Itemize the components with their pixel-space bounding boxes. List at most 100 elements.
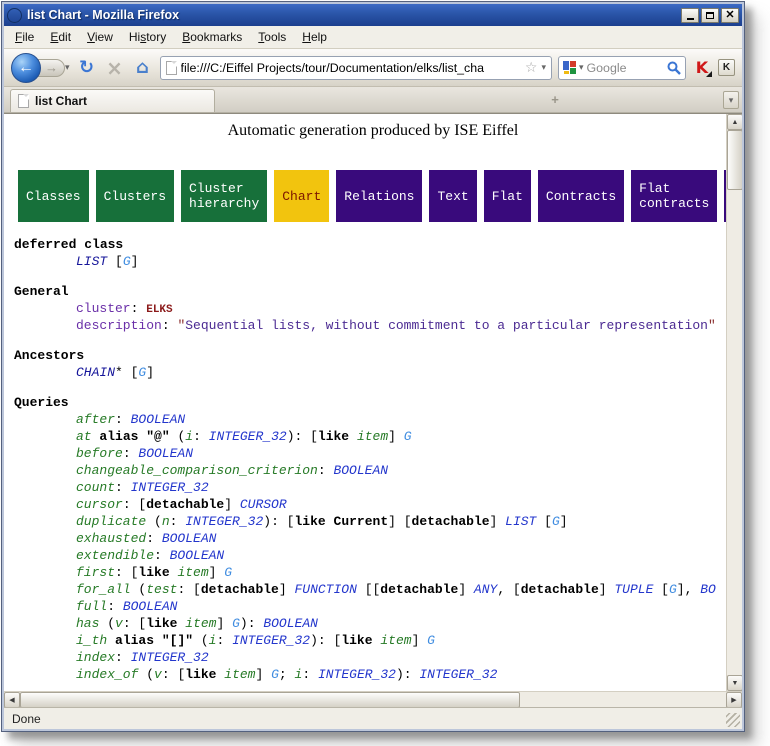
- class-name[interactable]: CHAIN: [76, 365, 115, 380]
- home-button[interactable]: ⌂: [132, 59, 154, 77]
- generic-parameter-link[interactable]: G: [123, 254, 131, 269]
- address-bar[interactable]: ☆ ▾: [160, 56, 552, 80]
- class-link[interactable]: INTEGER_32: [131, 650, 209, 665]
- feature-link[interactable]: index: [76, 650, 115, 665]
- feature-link[interactable]: first: [76, 565, 115, 580]
- class-link[interactable]: BOOLEAN: [138, 446, 193, 461]
- class-link[interactable]: BOOLEAN: [162, 531, 217, 546]
- feature-link[interactable]: item: [177, 565, 208, 580]
- generic-parameter-link[interactable]: G: [669, 582, 677, 597]
- class-link[interactable]: INTEGER_32: [232, 633, 310, 648]
- class-link[interactable]: BOOLEAN: [123, 599, 178, 614]
- stop-button[interactable]: ×: [104, 58, 126, 78]
- url-input[interactable]: [181, 61, 521, 75]
- feature-link[interactable]: extendible: [76, 548, 154, 563]
- back-button[interactable]: ←: [11, 53, 41, 83]
- class-link[interactable]: FUNCTION: [294, 582, 356, 597]
- class-link[interactable]: TUPLE: [614, 582, 653, 597]
- feature-link[interactable]: has: [76, 616, 99, 631]
- chart-nav-classes[interactable]: Classes: [18, 170, 89, 222]
- menu-tools[interactable]: Tools: [250, 27, 294, 47]
- feature-link[interactable]: i_th: [76, 633, 107, 648]
- feature-link[interactable]: v: [115, 616, 123, 631]
- search-bar[interactable]: ▾: [558, 56, 686, 80]
- class-link[interactable]: LIST: [505, 514, 536, 529]
- class-link[interactable]: INTEGER_32: [318, 667, 396, 682]
- chart-nav-relations[interactable]: Relations: [336, 170, 422, 222]
- search-engine-dropdown-icon[interactable]: ▾: [579, 63, 584, 72]
- feature-link[interactable]: index_of: [76, 667, 138, 682]
- url-dropdown-icon[interactable]: ▾: [541, 63, 546, 72]
- scroll-left-button[interactable]: ◀: [4, 692, 20, 708]
- feature-link[interactable]: changeable_comparison_criterion: [76, 463, 318, 478]
- scroll-up-button[interactable]: ▲: [727, 114, 742, 130]
- generic-parameter-link[interactable]: G: [427, 633, 435, 648]
- class-link[interactable]: BOOLEAN: [333, 463, 388, 478]
- class-link[interactable]: ANY: [474, 582, 497, 597]
- chart-nav-chart[interactable]: Chart: [274, 170, 329, 222]
- feature-link[interactable]: n: [162, 514, 170, 529]
- google-engine-icon[interactable]: [563, 61, 576, 74]
- class-link[interactable]: CURSOR: [240, 497, 287, 512]
- class-link[interactable]: INTEGER_32: [209, 429, 287, 444]
- close-button[interactable]: ✕: [721, 8, 739, 23]
- feature-link[interactable]: before: [76, 446, 123, 461]
- class-link[interactable]: BO: [700, 582, 716, 597]
- feature-link[interactable]: v: [154, 667, 162, 682]
- generic-parameter-link[interactable]: G: [224, 565, 232, 580]
- generic-parameter-link[interactable]: G: [232, 616, 240, 631]
- feature-link[interactable]: item: [185, 616, 216, 631]
- tab-list-dropdown[interactable]: ▾: [723, 91, 739, 109]
- feature-link[interactable]: i: [185, 429, 193, 444]
- feature-link[interactable]: cursor: [76, 497, 123, 512]
- menu-file[interactable]: File: [7, 27, 42, 47]
- vertical-scrollbar[interactable]: ▲ ▼: [726, 114, 742, 691]
- generic-parameter-link[interactable]: G: [404, 429, 412, 444]
- menu-view[interactable]: View: [79, 27, 121, 47]
- tab-list-chart[interactable]: list Chart: [10, 89, 215, 112]
- menu-help[interactable]: Help: [294, 27, 335, 47]
- chart-nav-clusters[interactable]: Clusters: [96, 170, 174, 222]
- generic-parameter-link[interactable]: G: [271, 667, 279, 682]
- chart-nav-cluster-hierarchy[interactable]: Cluster hierarchy: [181, 170, 267, 222]
- search-icon[interactable]: [667, 61, 681, 75]
- maximize-button[interactable]: [701, 8, 719, 23]
- feature-link[interactable]: item: [357, 429, 388, 444]
- k-toolbar-button[interactable]: K: [718, 59, 735, 76]
- feature-link[interactable]: at: [76, 429, 92, 444]
- bookmark-star-icon[interactable]: ☆: [525, 60, 538, 76]
- feature-link[interactable]: duplicate: [76, 514, 146, 529]
- feature-link[interactable]: item: [224, 667, 255, 682]
- feature-link[interactable]: after: [76, 412, 115, 427]
- menu-edit[interactable]: Edit: [42, 27, 79, 47]
- chart-nav-flat-contracts[interactable]: Flat contracts: [631, 170, 717, 222]
- horizontal-scrollbar[interactable]: ◀ ▶: [4, 691, 742, 707]
- feature-link[interactable]: full: [76, 599, 107, 614]
- cluster-link[interactable]: ELKS: [146, 304, 172, 316]
- class-name[interactable]: LIST: [76, 254, 107, 269]
- scroll-down-button[interactable]: ▼: [727, 675, 742, 691]
- class-link[interactable]: INTEGER_32: [131, 480, 209, 495]
- class-link[interactable]: INTEGER_32: [185, 514, 263, 529]
- class-link[interactable]: INTEGER_32: [419, 667, 497, 682]
- class-link[interactable]: BOOLEAN: [170, 548, 225, 563]
- chart-nav-text[interactable]: Text: [429, 170, 476, 222]
- search-input[interactable]: [587, 61, 664, 75]
- class-link[interactable]: BOOLEAN: [263, 616, 318, 631]
- chart-nav-contracts[interactable]: Contracts: [538, 170, 624, 222]
- menu-history[interactable]: History: [121, 27, 174, 47]
- feature-link[interactable]: exhausted: [76, 531, 146, 546]
- feature-link[interactable]: test: [146, 582, 177, 597]
- horizontal-scrollbar-thumb[interactable]: [20, 692, 520, 708]
- resize-grip[interactable]: [726, 713, 740, 727]
- titlebar[interactable]: list Chart - Mozilla Firefox ✕: [4, 4, 742, 26]
- class-link[interactable]: BOOLEAN: [131, 412, 186, 427]
- new-tab-button[interactable]: +: [546, 92, 564, 107]
- feature-link[interactable]: item: [380, 633, 411, 648]
- feature-link[interactable]: for_all: [76, 582, 131, 597]
- kaspersky-icon[interactable]: K: [692, 60, 712, 76]
- menu-bookmarks[interactable]: Bookmarks: [174, 27, 250, 47]
- chart-nav-flat[interactable]: Flat: [484, 170, 531, 222]
- scroll-right-button[interactable]: ▶: [726, 692, 742, 708]
- reload-button[interactable]: ↻: [76, 59, 98, 77]
